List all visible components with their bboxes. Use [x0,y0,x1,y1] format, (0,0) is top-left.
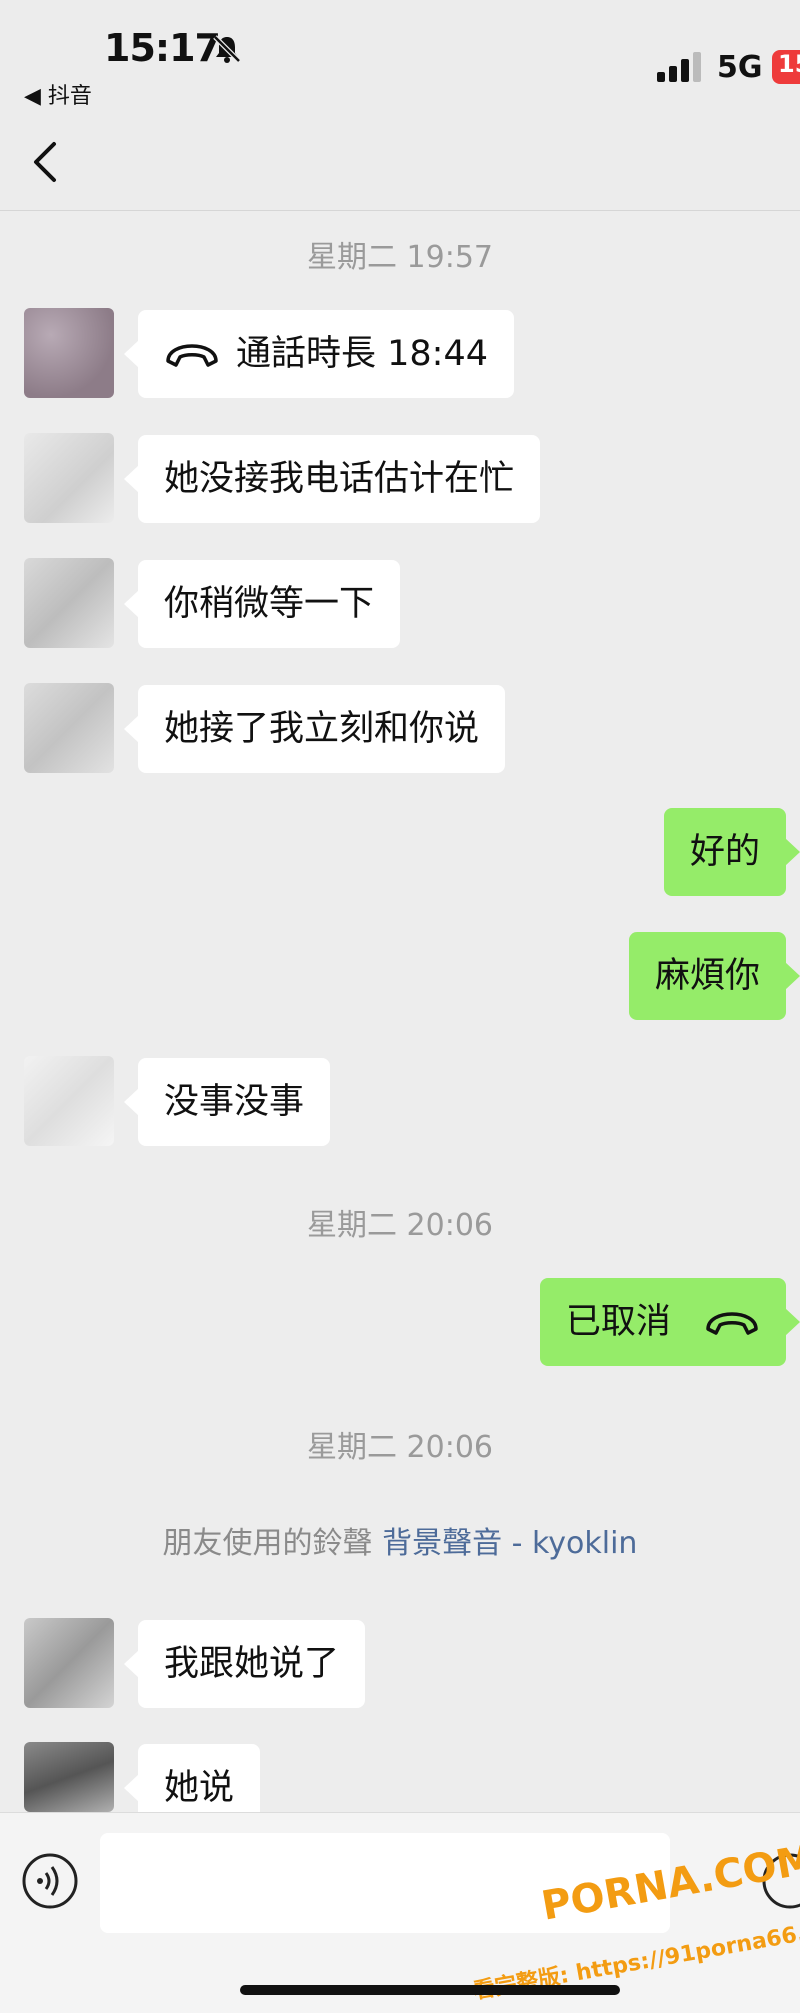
chat-timestamp: 星期二 20:06 [307,1208,493,1243]
message-text: 我跟她说了 [164,1644,340,1684]
status-bar: 15:17 ◀ 抖音 5G 15 [0,0,800,110]
avatar[interactable] [24,1742,114,1812]
message-bubble[interactable]: 我跟她说了 [123,1620,366,1708]
home-indicator[interactable] [240,1985,620,1995]
message-bubble[interactable]: 没事没事 [123,1058,331,1146]
cellular-signal-icon [655,52,705,86]
message-text: 麻煩你 [654,956,760,996]
back-to-app-link[interactable]: ◀ 抖音 [24,78,92,110]
phone-hangup-icon [682,1279,760,1367]
message-text: 你稍微等一下 [164,584,375,624]
chat-timestamp: 星期二 19:57 [307,240,493,275]
outgoing-message-bubble[interactable]: 麻煩你 [628,932,800,1020]
chat-header [0,110,800,211]
cancelled-call-message[interactable]: 已取消 [539,1278,800,1367]
message-text: 她说 [164,1768,235,1808]
message-text: 她没接我电话估计在忙 [164,459,515,499]
call-duration-message[interactable]: 通話時長 18:44 [124,310,514,399]
back-chevron-icon[interactable] [30,140,60,188]
ringtone-system-note: 朋友使用的鈴聲 背景聲音 - kyoklin [0,1518,800,1562]
avatar[interactable] [24,683,114,773]
cancelled-call-text: 已取消 [565,1302,671,1342]
message-text: 好的 [689,832,760,872]
status-time: 15:17 [104,26,221,70]
message-bubble[interactable]: 她接了我立刻和你说 [123,685,506,773]
voice-input-icon[interactable] [20,1851,80,1915]
ringtone-link[interactable]: 背景聲音 - kyoklin [382,1526,637,1561]
input-bar [0,1812,800,2013]
avatar[interactable] [24,433,114,523]
message-bubble[interactable]: 你稍微等一下 [123,560,401,648]
network-type: 5G [717,50,763,85]
call-duration-text: 通話時長 18:44 [236,334,488,374]
message-text: 她接了我立刻和你说 [164,709,480,749]
battery-icon: 15 [772,50,800,84]
avatar[interactable] [24,308,114,398]
ringtone-prefix: 朋友使用的鈴聲 [162,1526,373,1561]
chat-timestamp: 星期二 20:06 [307,1430,493,1465]
avatar[interactable] [24,1056,114,1146]
mute-bell-icon [212,34,242,68]
avatar[interactable] [24,558,114,648]
message-text: 没事没事 [164,1082,305,1122]
phone-hangup-icon [164,311,236,399]
avatar[interactable] [24,1618,114,1708]
message-bubble[interactable]: 她没接我电话估计在忙 [123,435,541,523]
outgoing-message-bubble[interactable]: 好的 [663,808,800,896]
